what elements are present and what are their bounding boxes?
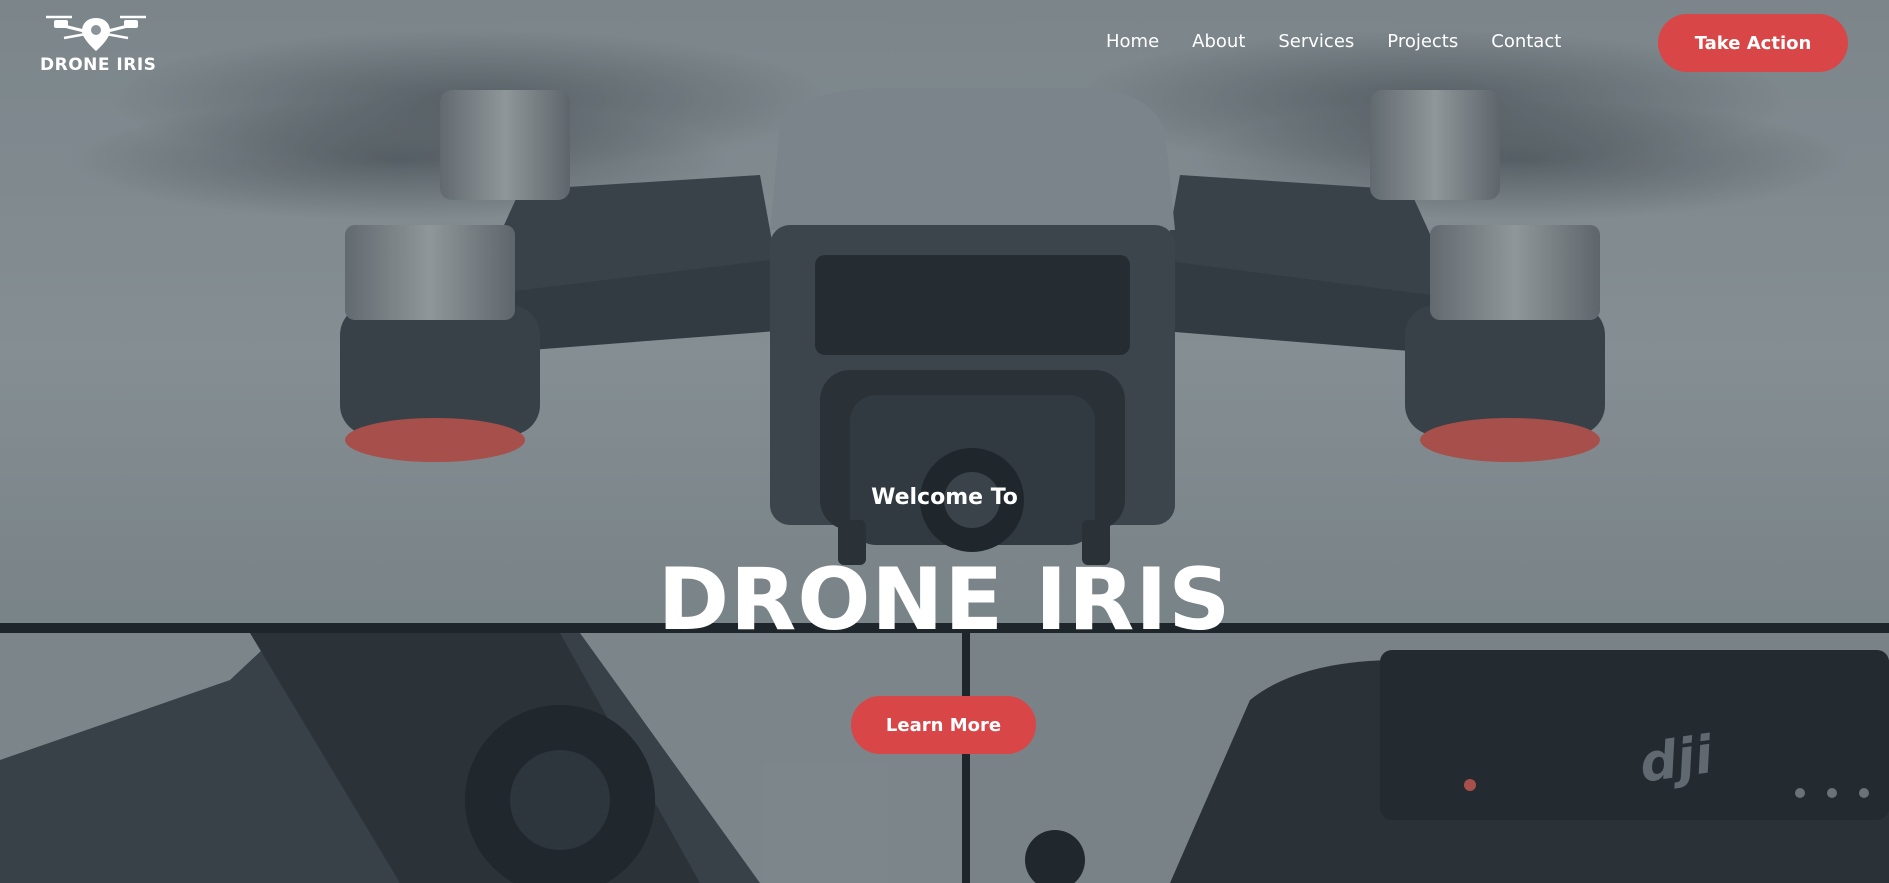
nav-item-about[interactable]: About [1192,28,1245,56]
site-header: DRONE IRIS Home About Services Projects … [0,0,1889,86]
learn-more-button[interactable]: Learn More [851,696,1036,754]
main-nav: Home About Services Projects Contact [1106,28,1561,56]
logo-text: DRONE IRIS [40,55,157,75]
hero-welcome-text: Welcome To [871,485,1018,510]
take-action-button[interactable]: Take Action [1658,14,1848,72]
nav-item-contact[interactable]: Contact [1491,28,1561,56]
nav-item-projects[interactable]: Projects [1387,28,1458,56]
hero-title: DRONE IRIS [657,550,1232,650]
site-logo[interactable]: DRONE IRIS [40,12,157,78]
svg-text:dji: dji [1636,725,1718,795]
drone-pin-icon [46,15,146,51]
nav-item-services[interactable]: Services [1278,28,1354,56]
nav-item-home[interactable]: Home [1106,28,1159,56]
hero-section: dji DRONE IRIS Home About Services Proje… [0,0,1889,883]
